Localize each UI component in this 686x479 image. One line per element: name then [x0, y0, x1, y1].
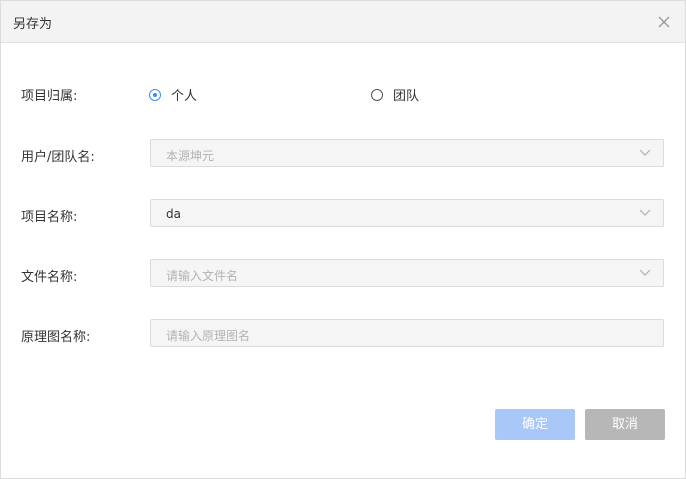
- confirm-button[interactable]: 确定: [495, 409, 575, 440]
- file-name-placeholder: 请输入文件名: [166, 269, 239, 283]
- save-as-dialog: 另存为 项目归属: 个人 团队 用户/团队名: 本源坤元 项目名称: da 文件…: [0, 0, 686, 479]
- chevron-down-icon[interactable]: [639, 208, 651, 218]
- user-team-label: 用户/团队名:: [21, 150, 95, 165]
- radio-personal[interactable]: 个人: [149, 85, 197, 104]
- chevron-down-icon[interactable]: [639, 148, 651, 158]
- radio-team-label: 团队: [393, 89, 420, 104]
- schematic-name-placeholder: 请输入原理图名: [166, 329, 251, 343]
- cancel-button[interactable]: 取消: [585, 409, 665, 440]
- radio-checked-icon[interactable]: [149, 88, 161, 101]
- file-name-label: 文件名称:: [21, 270, 78, 285]
- ownership-label: 项目归属:: [21, 89, 78, 104]
- user-team-select[interactable]: 本源坤元: [150, 139, 664, 167]
- radio-unchecked-icon[interactable]: [371, 88, 383, 101]
- schematic-name-input[interactable]: 请输入原理图名: [150, 319, 664, 347]
- project-name-select[interactable]: da: [150, 199, 664, 227]
- schematic-name-label: 原理图名称:: [21, 330, 91, 345]
- project-name-label: 项目名称:: [21, 210, 78, 225]
- user-team-placeholder: 本源坤元: [166, 149, 215, 163]
- project-name-value: da: [166, 207, 181, 221]
- radio-team[interactable]: 团队: [371, 85, 419, 104]
- dialog-title: 另存为: [13, 17, 53, 32]
- radio-personal-label: 个人: [171, 89, 198, 104]
- chevron-down-icon[interactable]: [639, 268, 651, 278]
- close-icon[interactable]: [655, 13, 673, 31]
- file-name-select[interactable]: 请输入文件名: [150, 259, 664, 287]
- dialog-header: 另存为: [1, 1, 685, 43]
